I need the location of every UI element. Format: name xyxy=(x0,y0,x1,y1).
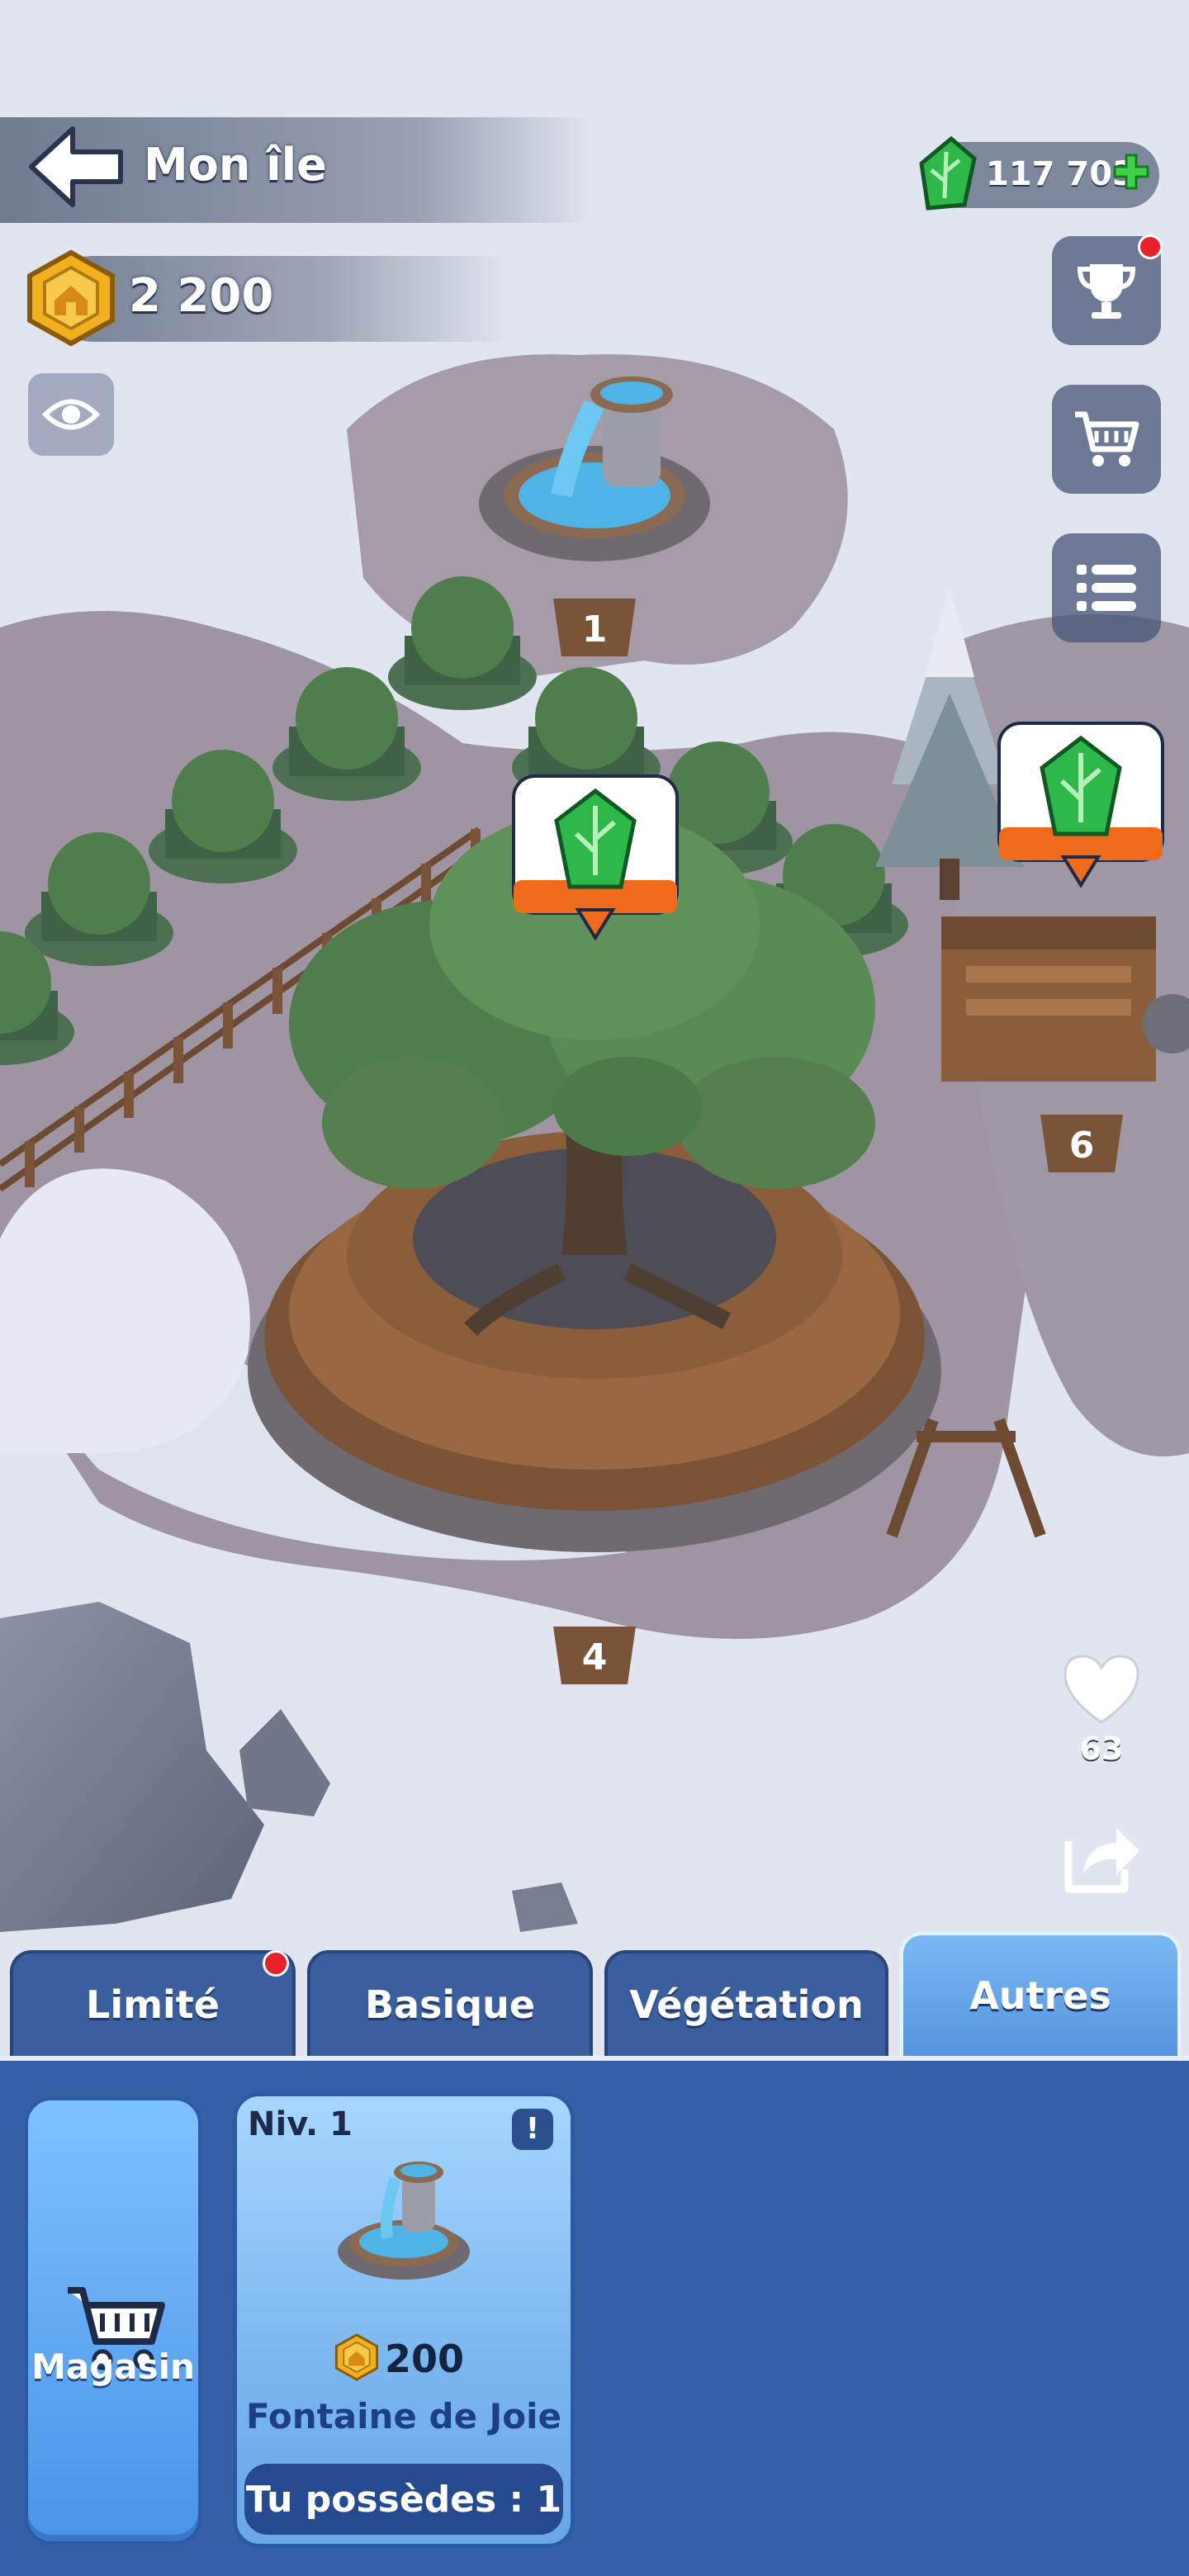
tab-vegetation[interactable]: Végétation xyxy=(604,1950,888,2056)
tab-label: Végétation xyxy=(629,1982,864,2027)
plus-icon xyxy=(1113,154,1149,190)
store-button[interactable] xyxy=(1052,385,1161,494)
share-button[interactable] xyxy=(1059,1816,1144,1896)
item-info-button[interactable]: ! xyxy=(512,2109,553,2150)
page-title: Mon île xyxy=(144,139,327,191)
back-button[interactable] xyxy=(25,124,127,210)
list-icon xyxy=(1077,565,1136,611)
item-name: Fontaine de Joie xyxy=(245,2396,562,2436)
tab-notification-dot xyxy=(263,1950,289,1977)
island-coin-icon xyxy=(25,249,117,347)
eye-icon xyxy=(42,399,100,430)
add-gems-button[interactable] xyxy=(1111,152,1151,192)
plot-number-1: 1 xyxy=(582,608,608,651)
trophy-icon xyxy=(1077,264,1136,319)
menu-list-button[interactable] xyxy=(1052,533,1161,642)
tab-basique[interactable]: Basique xyxy=(307,1950,593,2056)
back-arrow-icon xyxy=(29,126,123,207)
tab-label: Limité xyxy=(86,1982,220,2027)
tab-label: Autres xyxy=(969,1973,1111,2018)
tab-autres[interactable]: Autres xyxy=(900,1932,1181,2056)
tab-label: Basique xyxy=(364,1982,536,2027)
item-price: 200 xyxy=(385,2337,465,2381)
coin-counter-bar xyxy=(50,256,512,342)
plot-number-4: 4 xyxy=(582,1636,608,1679)
item-level: Niv. 1 xyxy=(248,2105,353,2143)
fountain-icon xyxy=(338,2162,470,2280)
like-count: 63 xyxy=(1079,1731,1124,1767)
gem-icon xyxy=(918,135,978,211)
plot-number-6: 6 xyxy=(1069,1125,1095,1167)
island-coin-icon xyxy=(334,2333,380,2381)
coin-count: 2 200 xyxy=(129,269,274,323)
owned-count-badge: Tu possèdes : 1 xyxy=(244,2464,563,2535)
cart-icon xyxy=(1075,411,1139,466)
like-button[interactable]: 63 xyxy=(1059,1651,1144,1767)
toggle-view-button[interactable] xyxy=(28,373,114,456)
collect-gem-bubble-tree[interactable] xyxy=(510,773,680,946)
trophy-notification-dot xyxy=(1138,234,1163,259)
heart-icon xyxy=(1063,1655,1139,1724)
share-icon xyxy=(1064,1828,1139,1893)
shop-button[interactable] xyxy=(25,2097,201,2545)
collect-gem-bubble-workshop[interactable] xyxy=(996,720,1166,893)
tab-limite[interactable]: Limité xyxy=(10,1950,296,2056)
shop-label: Magasin xyxy=(31,2346,195,2387)
